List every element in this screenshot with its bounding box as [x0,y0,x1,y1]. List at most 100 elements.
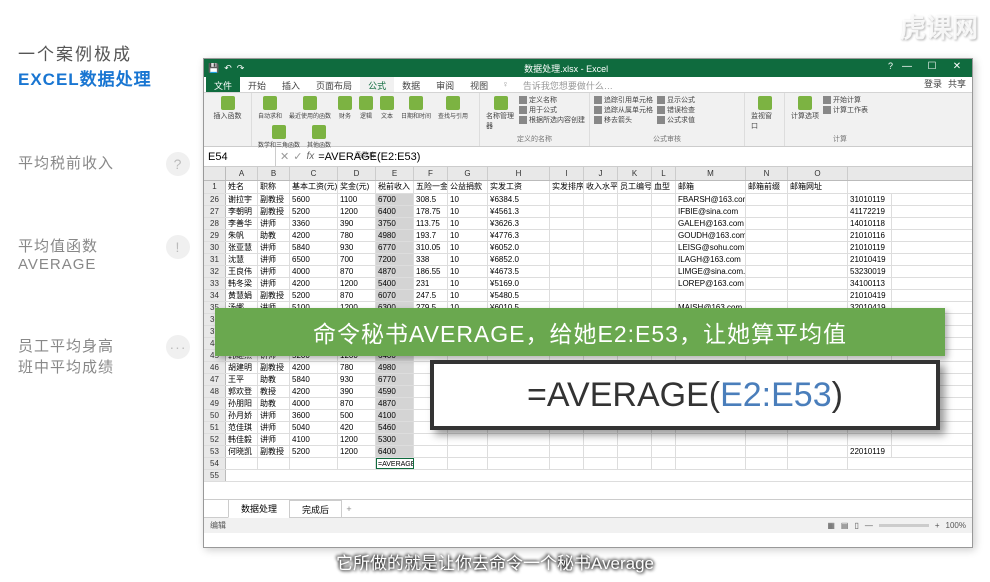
trace-precedents[interactable]: 追踪引用单元格 [604,95,653,105]
cancel-icon[interactable]: ✕ [280,150,289,163]
formula-input[interactable]: =AVERAGE(E2:E53) [318,151,420,163]
header-cell[interactable]: 邮箱网址 [788,181,848,193]
col-header-O[interactable]: O [788,167,848,180]
statusbar: 编辑 ▦ ▤ ▯ — + 100% [204,517,972,533]
login-link[interactable]: 登录 [924,77,942,92]
calc-options-icon[interactable] [798,96,812,110]
col-header-D[interactable]: D [338,167,376,180]
col-header-I[interactable]: I [550,167,584,180]
tab-视图[interactable]: 视图 [462,77,496,92]
col-header-L[interactable]: L [652,167,676,180]
fn-财务[interactable]: 财务 [336,95,354,121]
add-sheet-button[interactable]: + [341,504,357,514]
table-row[interactable]: 28李善华讲师33603903750113.7510¥3626.3GALEH@1… [204,218,972,230]
watch-window-icon[interactable] [758,96,772,110]
show-formulas[interactable]: 显示公式 [667,95,695,105]
maximize-button[interactable]: ☐ [921,61,943,75]
col-header-E[interactable]: E [376,167,414,180]
tab-file[interactable]: 文件 [206,77,240,92]
header-cell[interactable]: 员工编号 [618,181,652,193]
close-button[interactable]: ✕ [946,61,968,75]
col-header-B[interactable]: B [258,167,290,180]
fn-逻辑[interactable]: 逻辑 [357,95,375,121]
header-cell[interactable]: 五险一金 [414,181,448,193]
tab-开始[interactable]: 开始 [240,77,274,92]
sheet-tab-1[interactable]: 数据处理 [228,499,290,518]
evaluate-formula[interactable]: 公式求值 [667,115,695,125]
table-row[interactable]: 53何晓凯副教授52001200640022010119 [204,446,972,458]
view-break-icon[interactable]: ▯ [854,521,858,530]
view-normal-icon[interactable]: ▦ [827,521,835,530]
tell-me[interactable]: 告诉我您想要做什么… [515,77,621,92]
col-header-K[interactable]: K [618,167,652,180]
insert-function-icon[interactable] [221,96,235,110]
tab-数据[interactable]: 数据 [394,77,428,92]
save-icon[interactable]: 💾 [208,63,219,74]
header-cell[interactable]: 基本工资(元) [290,181,338,193]
error-check[interactable]: 错误检查 [667,105,695,115]
table-row[interactable]: 29朱帆助教42007804980193.710¥4776.3GOUDH@163… [204,230,972,242]
header-cell[interactable]: 邮箱 [676,181,746,193]
col-header-C[interactable]: C [290,167,338,180]
tab-公式[interactable]: 公式 [360,77,394,92]
enter-icon[interactable]: ✓ [293,150,302,163]
zoom-level[interactable]: 100% [946,521,966,530]
table-row[interactable]: 27李朝明副教授520012006400178.7510¥4561.3IFBIE… [204,206,972,218]
col-header-M[interactable]: M [676,167,746,180]
tab-页面布局[interactable]: 页面布局 [308,77,360,92]
redo-icon[interactable]: ↷ [237,63,245,74]
calc-sheet[interactable]: 计算工作表 [833,105,868,115]
create-from-selection[interactable]: 根据所选内容创建 [529,115,585,125]
minimize-button[interactable]: — [896,61,918,75]
trace-dependents[interactable]: 追踪从属单元格 [604,105,653,115]
view-layout-icon[interactable]: ▤ [841,521,849,530]
remove-arrows[interactable]: 移去箭头 [604,115,632,125]
fn-日期和时间[interactable]: 日期和时间 [399,95,433,121]
table-row[interactable]: 26谢拉宇副教授560011006700308.510¥6384.5FBARSH… [204,194,972,206]
header-cell[interactable]: 实发工资 [488,181,550,193]
col-header-J[interactable]: J [584,167,618,180]
col-header-H[interactable]: H [488,167,550,180]
name-manager-button[interactable]: 名称管理器 [486,111,515,131]
header-cell[interactable]: 奖金(元) [338,181,376,193]
name-box[interactable]: E54 [204,147,276,166]
table-row[interactable]: 33韩冬梁讲师42001200540023110¥5169.0LOREP@163… [204,278,972,290]
use-in-formula[interactable]: 用于公式 [529,105,557,115]
table-row[interactable]: 32王良伟讲师40008704870186.5510¥4673.5LIMGE@s… [204,266,972,278]
header-cell[interactable]: 税前收入 [376,181,414,193]
header-cell[interactable]: 实发排序 [550,181,584,193]
define-name[interactable]: 定义名称 [529,95,557,105]
zoom-slider[interactable] [879,524,929,527]
fn-文本[interactable]: 文本 [378,95,396,121]
header-cell[interactable]: 血型 [652,181,676,193]
tab-插入[interactable]: 插入 [274,77,308,92]
table-row[interactable]: 52韩佳毅讲师410012005300 [204,434,972,446]
col-header-F[interactable]: F [414,167,448,180]
sheet-tab-2[interactable]: 完成后 [289,500,342,518]
fx-icon[interactable]: fx [306,151,314,162]
col-header-N[interactable]: N [746,167,788,180]
header-cell[interactable]: 姓名 [226,181,258,193]
insert-function-button[interactable]: 插入函数 [214,111,242,121]
fn-查找与引用[interactable]: 查找与引用 [436,95,470,121]
header-cell[interactable]: 邮箱前缀 [746,181,788,193]
calc-now[interactable]: 开始计算 [833,95,861,105]
undo-icon[interactable]: ↶ [224,63,232,74]
calc-options-button[interactable]: 计算选项 [791,111,819,121]
name-manager-icon[interactable] [494,96,508,110]
active-cell[interactable]: =AVERAGE(E2:E53) [376,458,414,469]
col-header-A[interactable]: A [226,167,258,180]
fn-最近使用的函数[interactable]: 最近使用的函数 [287,95,333,121]
help-icon[interactable]: ? [888,61,893,75]
table-row[interactable]: 34黄慧娟副教授52008706070247.510¥5480.52101041… [204,290,972,302]
col-header-G[interactable]: G [448,167,488,180]
header-cell[interactable]: 职称 [258,181,290,193]
header-cell[interactable]: 收入水平 [584,181,618,193]
fn-自动求和[interactable]: 自动求和 [256,95,284,121]
header-cell[interactable]: 公益捐款 [448,181,488,193]
table-row[interactable]: 31沈慧讲师6500700720033810¥6852.0ILAGH@163.c… [204,254,972,266]
share-button[interactable]: 共享 [948,77,966,92]
tab-审阅[interactable]: 审阅 [428,77,462,92]
watch-window-button[interactable]: 监视窗口 [751,111,778,131]
table-row[interactable]: 30张亚慧讲师58409306770310.0510¥6052.0LEISG@s… [204,242,972,254]
